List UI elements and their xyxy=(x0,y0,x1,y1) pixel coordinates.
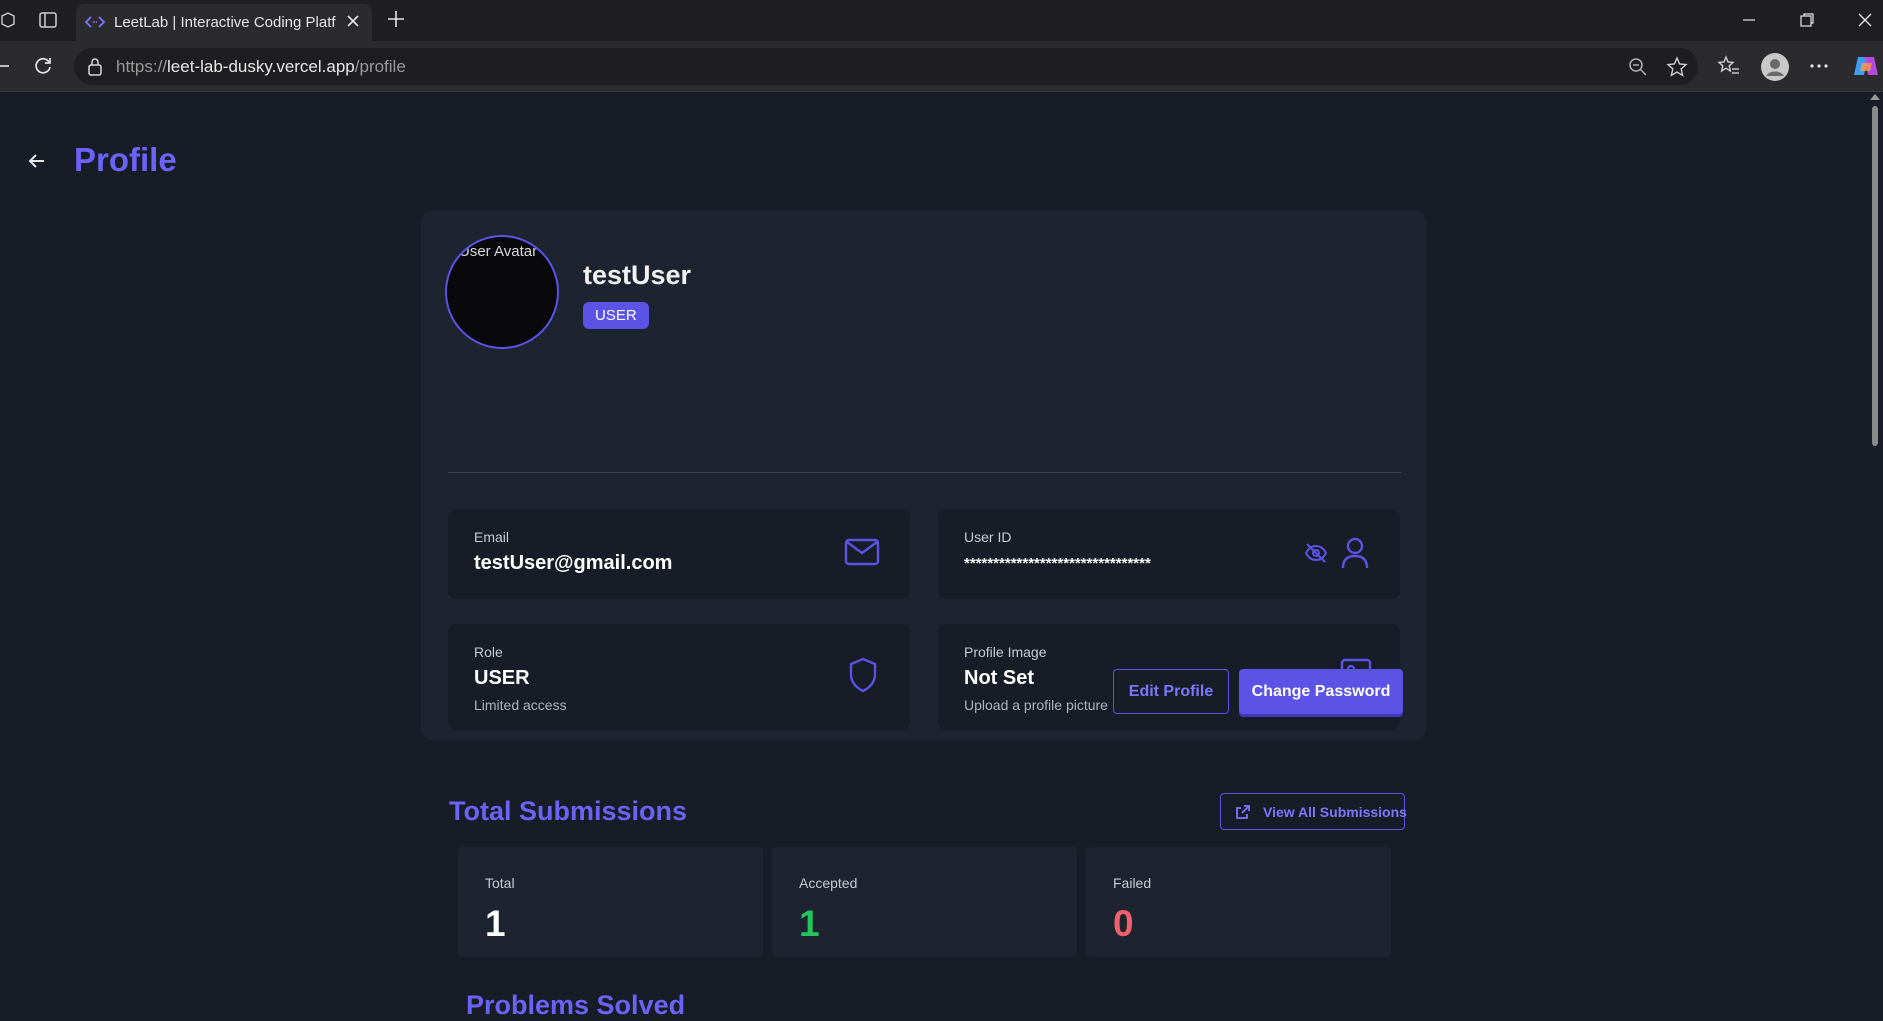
stat-value: 1 xyxy=(799,903,820,944)
url-text: https://leet-lab-dusky.vercel.app/profil… xyxy=(116,57,406,77)
view-all-submissions-button[interactable]: View All Submissions xyxy=(1220,793,1407,830)
url-path: /profile xyxy=(354,57,406,76)
stat-value: 0 xyxy=(1113,903,1134,944)
submissions-title: Total Submissions xyxy=(449,796,688,826)
new-tab-icon[interactable] xyxy=(385,8,407,35)
back-arrow-icon[interactable] xyxy=(24,148,50,174)
role-value: USER xyxy=(474,667,530,689)
avatar: User Avatar xyxy=(445,235,559,349)
user-id-card: User ID ******************************** xyxy=(938,509,1400,599)
divider xyxy=(448,472,1401,473)
profile-image-description: Upload a profile picture xyxy=(964,697,1108,713)
restore-icon[interactable] xyxy=(1797,10,1817,35)
profile-image-value: Not Set xyxy=(964,667,1034,689)
workspaces-icon[interactable] xyxy=(0,10,16,35)
change-password-button[interactable]: Change Password xyxy=(1239,669,1403,714)
stat-label: Accepted xyxy=(799,875,858,891)
lock-icon[interactable] xyxy=(86,57,104,82)
code-brackets-icon xyxy=(84,13,106,36)
active-tab[interactable]: LeetLab | Interactive Coding Platform xyxy=(76,4,372,41)
back-nav-icon[interactable] xyxy=(0,55,14,82)
scrollbar-thumb[interactable] xyxy=(1872,106,1878,446)
more-options-icon[interactable] xyxy=(1808,55,1830,82)
stat-accepted: Accepted 1 xyxy=(772,847,1077,957)
stat-label: Failed xyxy=(1113,875,1152,891)
email-label: Email xyxy=(474,529,510,545)
url-scheme: https:// xyxy=(116,57,168,76)
role-card: Role USER Limited access xyxy=(448,624,910,730)
profile-card: User Avatar testUser USER Email testUser… xyxy=(421,210,1426,740)
user-id-label: User ID xyxy=(964,529,1012,545)
view-all-label: View All Submissions xyxy=(1263,804,1407,820)
role-description: Limited access xyxy=(474,697,567,713)
eye-off-icon[interactable] xyxy=(1304,541,1328,570)
user-icon xyxy=(1340,536,1370,575)
zoom-out-icon[interactable] xyxy=(1628,57,1648,82)
stat-failed: Failed 0 xyxy=(1086,847,1391,957)
refresh-icon[interactable] xyxy=(32,55,54,82)
favorite-star-icon[interactable] xyxy=(1666,56,1688,83)
profile-image-label: Profile Image xyxy=(964,644,1047,660)
role-badge: USER xyxy=(583,302,649,329)
tab-title: LeetLab | Interactive Coding Platform xyxy=(114,14,336,31)
user-id-value: ******************************** xyxy=(964,555,1151,572)
browser-toolbar: https://leet-lab-dusky.vercel.app/profil… xyxy=(0,41,1883,92)
stat-value: 1 xyxy=(485,903,506,944)
avatar-alt-text: User Avatar xyxy=(459,243,538,260)
url-host: leet-lab-dusky.vercel.app xyxy=(167,57,355,76)
address-bar[interactable]: https://leet-lab-dusky.vercel.app/profil… xyxy=(74,48,1698,85)
stat-label: Total xyxy=(485,875,515,891)
scroll-up-icon[interactable] xyxy=(1870,94,1880,100)
profile-page: Profile User Avatar testUser USER Email … xyxy=(0,92,1866,1020)
stat-total: Total 1 xyxy=(458,847,763,957)
profile-avatar-icon[interactable] xyxy=(1760,52,1790,87)
username: testUser xyxy=(583,260,692,290)
email-value: testUser@gmail.com xyxy=(474,552,673,574)
close-tab-icon[interactable] xyxy=(344,12,362,35)
page-title: Profile xyxy=(74,141,177,178)
role-label: Role xyxy=(474,644,503,660)
minimize-icon[interactable] xyxy=(1739,10,1759,35)
external-link-icon xyxy=(1235,804,1251,823)
problems-solved-heading: Problems Solved xyxy=(466,990,686,1020)
browser-tab-strip: LeetLab | Interactive Coding Platform xyxy=(0,0,1883,41)
copilot-icon[interactable] xyxy=(1852,53,1880,84)
edit-profile-button[interactable]: Edit Profile xyxy=(1113,669,1229,714)
close-window-icon[interactable] xyxy=(1855,10,1875,35)
email-card: Email testUser@gmail.com xyxy=(448,509,910,599)
mail-icon xyxy=(844,537,880,572)
tab-actions-icon[interactable] xyxy=(38,10,58,35)
page-scrollbar[interactable] xyxy=(1866,92,1883,1000)
shield-icon xyxy=(848,657,878,698)
favorites-icon[interactable] xyxy=(1717,55,1741,82)
